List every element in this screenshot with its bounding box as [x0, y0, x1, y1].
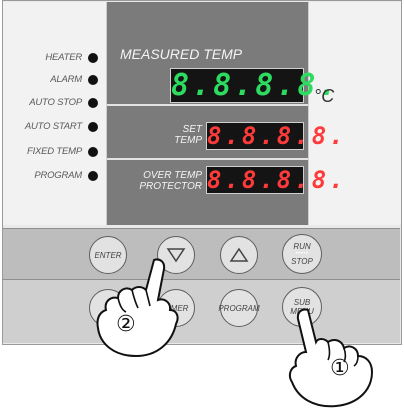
indicator-alarm: ALARM: [10, 74, 104, 88]
over-temp-display: 8.8.8.8.: [206, 166, 347, 194]
display-divider: [107, 104, 308, 106]
indicator-label: FIXED TEMP: [26, 146, 82, 157]
set-temp-label: SET TEMP: [158, 124, 202, 146]
set-label-line1: SET: [182, 124, 202, 135]
indicator-heater: HEATER: [10, 52, 104, 66]
indicator-label: HEATER: [45, 52, 82, 63]
lamp-icon: [88, 122, 98, 132]
up-button[interactable]: [220, 236, 258, 274]
step-2-callout: ②: [116, 312, 136, 337]
lamp-icon: [88, 147, 98, 157]
celsius-unit: °C: [314, 86, 335, 106]
indicator-auto-start: AUTO START: [10, 121, 104, 135]
key-row-upper: [3, 228, 400, 280]
measured-temp-display: 8.8.8.8.: [170, 68, 340, 103]
controller-panel-figure: { "indicators": [ {"label": "HEATER"}, {…: [0, 0, 404, 412]
indicator-column: [3, 2, 107, 225]
indicator-fixed-temp: FIXED TEMP: [10, 146, 104, 160]
display-divider: [107, 158, 308, 160]
indicator-label: PROGRAM: [34, 170, 82, 181]
pointing-hand-icon: [96, 258, 179, 358]
indicator-label: ALARM: [50, 74, 82, 85]
lamp-icon: [88, 98, 98, 108]
program-button-label: PROGRAM: [218, 303, 260, 313]
set-temp-display: 8.8.8.8.: [206, 122, 347, 150]
indicator-label: AUTO STOP: [29, 97, 82, 108]
over-label-line2: PROTECTOR: [139, 181, 202, 192]
program-button[interactable]: PROGRAM: [218, 289, 260, 327]
indicator-label: AUTO START: [24, 121, 82, 132]
lamp-icon: [88, 75, 98, 85]
run-label: RUN: [293, 242, 311, 251]
indicator-program: PROGRAM: [10, 170, 104, 184]
run-stop-button[interactable]: RUN ••••• STOP: [282, 234, 322, 274]
lamp-icon: [88, 171, 98, 181]
stop-label: STOP: [291, 257, 313, 266]
lamp-icon: [88, 53, 98, 63]
measured-temp-title: MEASURED TEMP: [120, 46, 243, 62]
step-1-callout: ①: [330, 356, 350, 381]
indicator-auto-stop: AUTO STOP: [10, 97, 104, 111]
over-label-line1: OVER TEMP: [143, 170, 202, 181]
set-label-line2: TEMP: [174, 135, 202, 146]
over-temp-label: OVER TEMP PROTECTOR: [128, 170, 202, 192]
triangle-up-icon: [229, 247, 249, 262]
